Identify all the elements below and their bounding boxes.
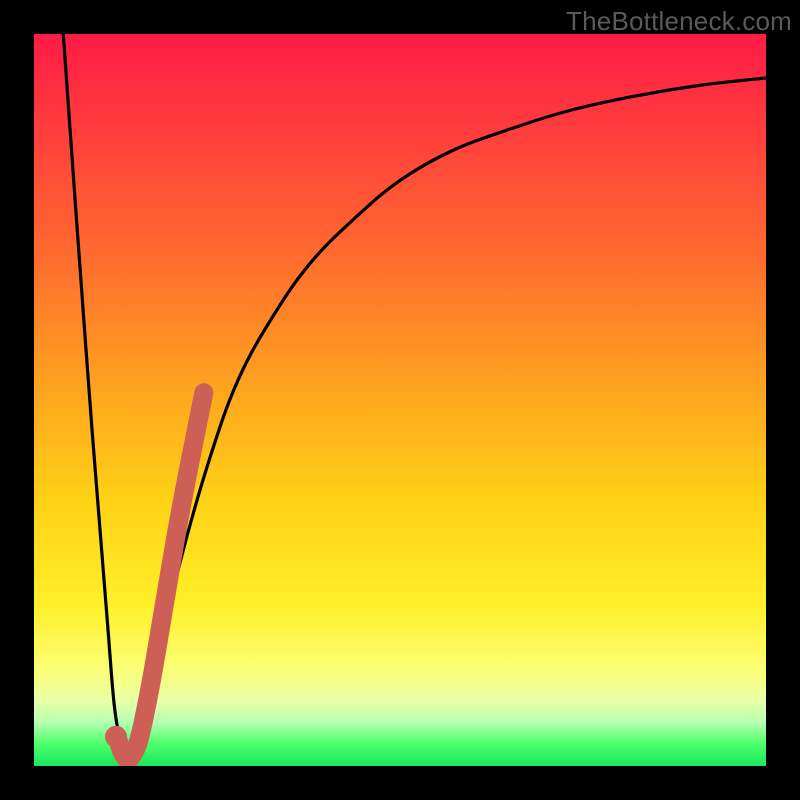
curve-main: [63, 34, 766, 759]
chart-frame: TheBottleneck.com: [0, 0, 800, 800]
main-curve-path: [63, 34, 766, 759]
highlight-curve-path: [118, 393, 204, 759]
curve-highlight: [105, 393, 204, 759]
chart-svg: [34, 34, 766, 766]
plot-area: [34, 34, 766, 766]
highlight-knob: [105, 726, 127, 748]
watermark-text: TheBottleneck.com: [566, 6, 792, 37]
